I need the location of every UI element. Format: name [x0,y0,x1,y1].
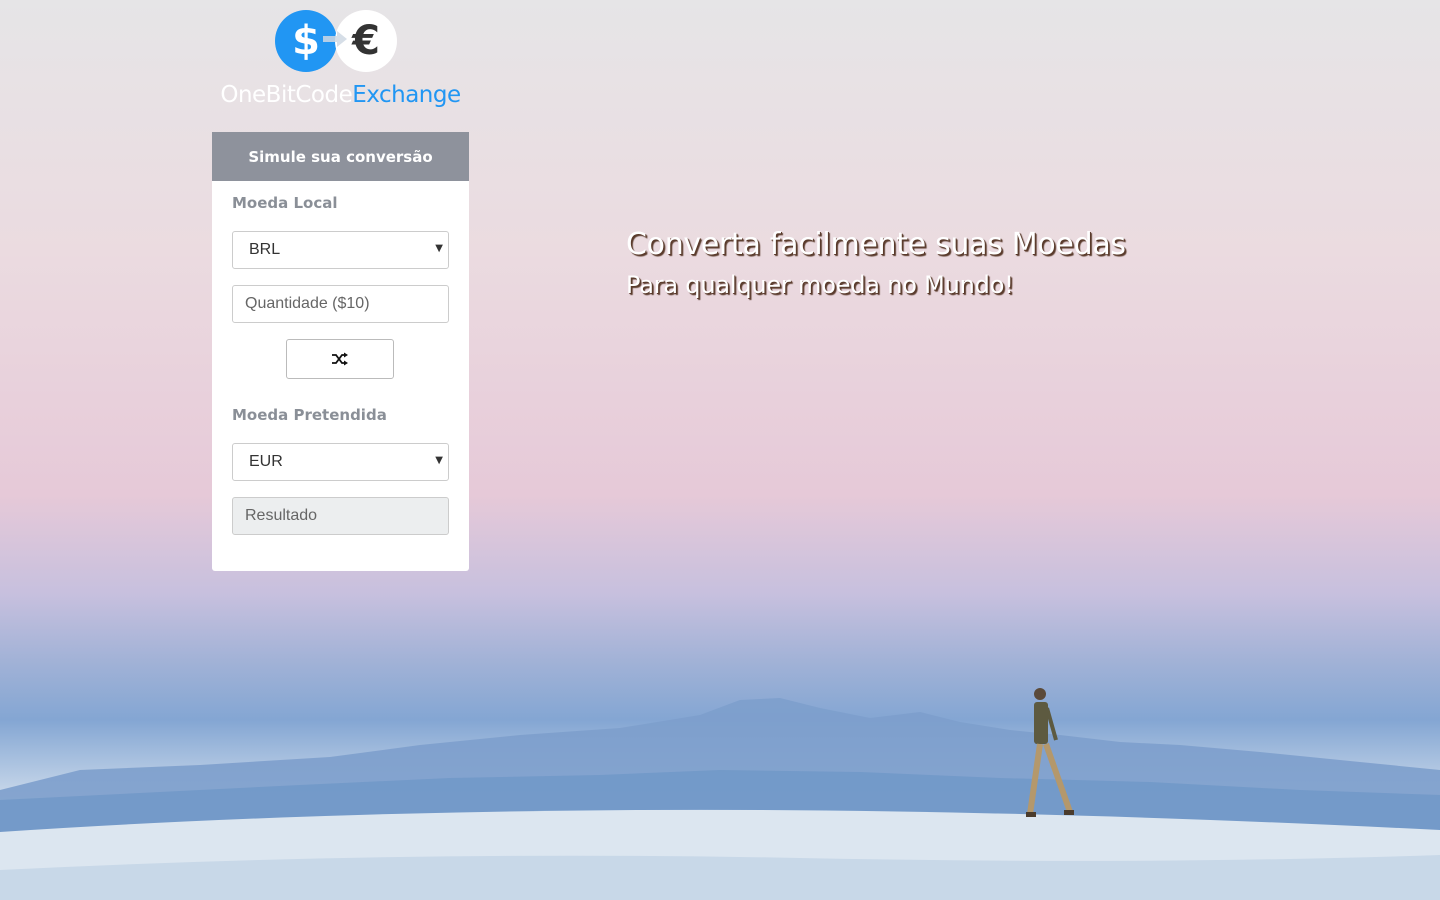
chevron-down-icon: ▼ [435,243,443,254]
brand-name: OneBitCodeExchange [212,82,469,108]
brand-name-light: OneBitCode [220,82,353,108]
target-currency-select[interactable]: EUR ▼ [232,443,449,481]
hero-title: Converta facilmente suas Moedas [626,227,1126,262]
converter-header: Simule sua conversão [212,132,469,181]
hero-subtitle: Para qualquer moeda no Mundo! [626,271,1014,299]
dollar-symbol: $ [292,18,320,64]
target-currency-value: EUR [249,453,283,470]
exchange-arrows-icon [323,31,347,47]
brand-name-strong: Exchange [352,82,461,108]
target-currency-label: Moeda Pretendida [232,406,387,424]
converter-panel: Simule sua conversão Moeda Local BRL ▼ M… [212,132,469,571]
chevron-down-icon: ▼ [435,455,443,466]
euro-symbol: € [352,18,380,64]
shuffle-icon [332,352,348,366]
swap-currencies-button[interactable] [286,339,394,379]
brand-logo: $ € OneBitCodeExchange [212,8,469,118]
local-currency-label: Moeda Local [232,194,338,212]
local-currency-select[interactable]: BRL ▼ [232,231,449,269]
local-currency-value: BRL [249,241,281,258]
amount-input[interactable] [232,285,449,323]
result-field[interactable] [232,497,449,535]
hero-text: Converta facilmente suas Moedas Para qua… [626,224,1126,304]
